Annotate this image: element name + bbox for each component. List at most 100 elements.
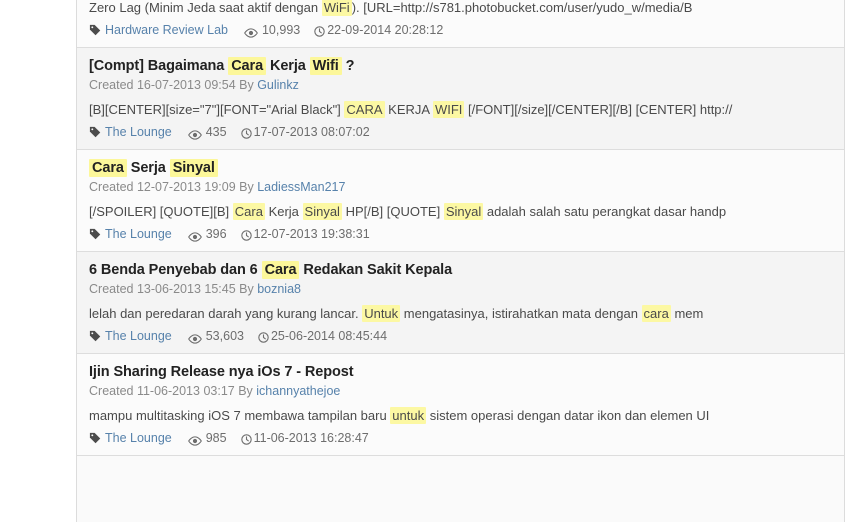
result-view-count: 396	[187, 226, 227, 243]
highlighted-term: WiFi	[321, 0, 352, 16]
result-last-post-date: 25-06-2014 08:45:44	[258, 328, 387, 345]
result-views-value: 396	[205, 227, 227, 241]
result-forum-link[interactable]: The Lounge	[89, 328, 172, 345]
highlighted-term: CARA	[344, 101, 385, 118]
created-date: 13-06-2013 15:45	[136, 282, 240, 296]
result-title[interactable]: [Compt] Bagaimana Cara Kerja Wifi ?	[89, 57, 832, 76]
highlighted-term: Cara	[89, 159, 127, 177]
tag-icon	[89, 24, 101, 36]
clock-icon	[314, 25, 325, 37]
result-last-post-date: 11-06-2013 16:28:47	[240, 430, 369, 447]
highlighted-term: untuk	[390, 407, 427, 424]
clock-icon	[258, 331, 269, 343]
clock-icon	[240, 127, 252, 139]
tag-icon	[89, 126, 101, 138]
text-run: adalah salah satu perangkat dasar handp	[483, 204, 727, 219]
search-results-list: Created By Zero Lag (Minim Jeda saat akt…	[76, 0, 845, 522]
result-author-link[interactable]: boznia8	[257, 282, 301, 296]
text-run: [/SPOILER] [QUOTE][B]	[89, 204, 233, 219]
by-label: By	[238, 384, 257, 398]
left-gutter	[0, 0, 76, 522]
highlighted-term: Cara	[232, 203, 265, 220]
text-run: mampu multitasking iOS 7 membawa tampila…	[89, 408, 391, 423]
highlighted-term: Cara	[228, 57, 267, 75]
created-date: 12-07-2013 19:09	[136, 180, 240, 194]
text-run: Redakan Sakit Kepala	[299, 262, 453, 278]
result-snippet: [B][CENTER][size="7"][FONT="Arial Black"…	[89, 100, 832, 119]
tag-icon	[89, 228, 101, 240]
text-run: [/FONT][/size][/CENTER][/B] [CENTER] htt…	[464, 102, 733, 117]
result-forum-link[interactable]: The Lounge	[89, 124, 172, 141]
text-run: Kerja	[266, 58, 310, 74]
highlighted-term: Sinyal	[302, 203, 342, 220]
text-run: ). [URL=http://s781.photobucket.com/user…	[351, 0, 693, 15]
result-forum-link[interactable]: The Lounge	[89, 226, 172, 243]
created-label: Created	[89, 180, 137, 194]
highlighted-term: Sinyal	[169, 159, 218, 177]
text-run: 6 Benda Penyebab dan 6	[89, 262, 262, 278]
result-created-meta: Created 16-07-2013 09:54 By Gulinkz	[89, 77, 832, 94]
result-forum-link[interactable]: Hardware Review Lab	[89, 22, 228, 39]
eye-icon	[244, 26, 258, 38]
highlighted-term: Wifi	[309, 57, 342, 75]
result-forum-name: Hardware Review Lab	[105, 23, 228, 37]
clock-icon	[240, 229, 252, 241]
text-run: lelah dan peredaran darah yang kurang la…	[89, 306, 363, 321]
result-views-value: 10,993	[261, 23, 301, 37]
result-view-count: 10,993	[244, 22, 300, 39]
result-views-value: 985	[205, 431, 227, 445]
text-run: Zero Lag (Minim Jeda saat aktif dengan	[89, 0, 322, 15]
result-author-link[interactable]: ichannyathejoe	[256, 384, 340, 398]
result-date-value: 22-09-2014 20:28:12	[327, 23, 444, 37]
text-run: Serja	[126, 160, 170, 176]
eye-icon	[187, 332, 202, 344]
result-snippet: Zero Lag (Minim Jeda saat aktif dengan W…	[89, 0, 832, 17]
result-date-value: 11-06-2013 16:28:47	[253, 431, 369, 445]
result-footer: The Lounge 396 12-07-2013 19:38:31	[89, 226, 832, 243]
result-author-link[interactable]: Gulinkz	[257, 78, 299, 92]
result-view-count: 435	[187, 124, 227, 141]
highlighted-term: WIFI	[432, 101, 465, 118]
result-view-count: 985	[187, 430, 227, 447]
text-run: sistem operasi dengan datar ikon dan ele…	[426, 408, 710, 423]
result-footer: The Lounge 53,603 25-06-2014 08:45:44	[89, 328, 832, 345]
search-result-item[interactable]: 6 Benda Penyebab dan 6 Cara Redakan Saki…	[77, 252, 844, 354]
text-run: [B][CENTER][size="7"][FONT="Arial Black"…	[89, 102, 345, 117]
result-last-post-date: 17-07-2013 08:07:02	[240, 124, 370, 141]
text-run: mem	[670, 306, 704, 321]
search-result-item[interactable]: Cara Serja Sinyal Created 12-07-2013 19:…	[77, 150, 844, 252]
created-date: 11-06-2013 03:17	[136, 384, 239, 398]
result-author-link[interactable]: LadiessMan217	[257, 180, 345, 194]
text-run: [Compt] Bagaimana	[89, 58, 229, 74]
result-footer: Hardware Review Lab 10,993 22-09-2014 20…	[89, 22, 832, 39]
result-last-post-date: 12-07-2013 19:38:31	[240, 226, 370, 243]
highlighted-term: Sinyal	[443, 203, 484, 220]
tag-icon	[89, 432, 101, 444]
text-run: Ijin Sharing Release nya iOs 7 - Repost	[89, 364, 354, 380]
result-view-count: 53,603	[187, 328, 244, 345]
search-result-item[interactable]: Created By Zero Lag (Minim Jeda saat akt…	[77, 0, 844, 48]
result-views-value: 53,603	[205, 329, 244, 343]
result-forum-name: The Lounge	[105, 125, 172, 139]
by-label: By	[239, 180, 258, 194]
result-title[interactable]: 6 Benda Penyebab dan 6 Cara Redakan Saki…	[89, 261, 832, 280]
result-footer: The Lounge 435 17-07-2013 08:07:02	[89, 124, 832, 141]
result-forum-link[interactable]: The Lounge	[89, 430, 172, 447]
result-forum-name: The Lounge	[105, 329, 172, 343]
text-run: mengatasinya, istirahatkan mata dengan	[400, 306, 642, 321]
highlighted-term: Cara	[261, 261, 300, 279]
result-created-meta: Created 13-06-2013 15:45 By boznia8	[89, 281, 832, 298]
created-label: Created	[89, 282, 137, 296]
search-result-item[interactable]: Ijin Sharing Release nya iOs 7 - Repost …	[77, 354, 844, 456]
by-label: By	[239, 78, 258, 92]
text-run: HP[/B] [QUOTE]	[341, 204, 444, 219]
highlighted-term: Untuk	[362, 305, 401, 322]
eye-icon	[187, 230, 202, 242]
result-title[interactable]: Ijin Sharing Release nya iOs 7 - Repost	[89, 363, 832, 382]
result-title[interactable]: Cara Serja Sinyal	[89, 159, 832, 178]
search-result-item[interactable]: [Compt] Bagaimana Cara Kerja Wifi ? Crea…	[77, 48, 844, 150]
search-results-page: Created By Zero Lag (Minim Jeda saat akt…	[0, 0, 861, 522]
result-views-value: 435	[205, 125, 227, 139]
result-snippet: mampu multitasking iOS 7 membawa tampila…	[89, 406, 832, 425]
result-date-value: 17-07-2013 08:07:02	[253, 125, 370, 139]
